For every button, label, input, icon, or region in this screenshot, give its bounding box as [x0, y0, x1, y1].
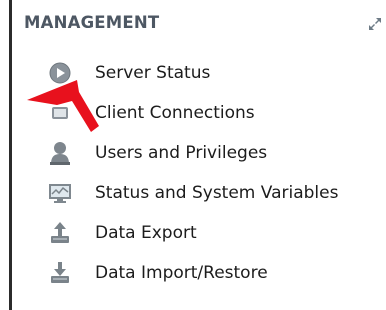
monitor-icon	[48, 181, 72, 205]
left-border	[9, 0, 12, 310]
nav-item-label: Users and Privileges	[95, 143, 268, 163]
nav-item-data-import-restore[interactable]: Data Import/Restore	[48, 253, 338, 293]
nav-item-status-and-system-variables[interactable]: Status and System Variables	[48, 173, 338, 213]
red-pointer-arrow	[27, 80, 99, 132]
nav-item-label: Client Connections	[95, 103, 255, 123]
expand-icon[interactable]	[368, 17, 382, 31]
nav-item-label: Data Export	[95, 223, 197, 243]
export-icon	[48, 221, 72, 245]
import-icon	[48, 261, 72, 285]
nav-item-label: Server Status	[95, 63, 211, 83]
nav-item-label: Data Import/Restore	[95, 263, 268, 283]
section-header: MANAGEMENT	[24, 13, 160, 32]
nav-item-users-and-privileges[interactable]: Users and Privileges	[48, 133, 338, 173]
user-icon	[48, 141, 72, 165]
nav-item-label: Status and System Variables	[95, 183, 339, 203]
nav-item-data-export[interactable]: Data Export	[48, 213, 338, 253]
